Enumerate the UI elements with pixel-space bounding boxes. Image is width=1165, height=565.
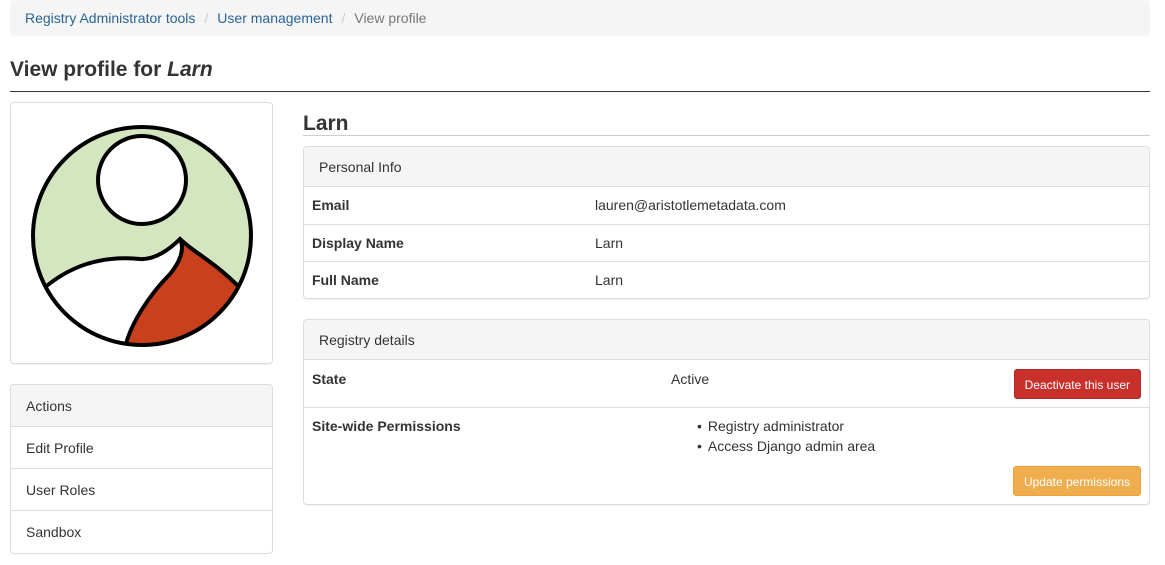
- breadcrumb-registry-admin-tools[interactable]: Registry Administrator tools: [25, 10, 195, 26]
- permissions-label: Site-wide Permissions: [312, 418, 461, 434]
- permission-item: Registry administrator: [697, 416, 875, 436]
- personal-info-heading: Personal Info: [304, 147, 1149, 187]
- breadcrumb-separator: /: [204, 10, 209, 26]
- state-row: State Active Deactivate this user: [304, 360, 1149, 407]
- actions-panel: Actions Edit Profile User Roles Sandbox: [10, 384, 273, 554]
- permissions-row: Site-wide Permissions Registry administr…: [304, 407, 1149, 504]
- actions-heading: Actions: [11, 385, 272, 427]
- page-title: View profile for Larn: [10, 56, 1150, 92]
- info-row-full-name: Full Name Larn: [304, 261, 1149, 298]
- action-sandbox[interactable]: Sandbox: [11, 511, 272, 553]
- user-avatar-icon: [31, 125, 253, 347]
- permission-item: Access Django admin area: [697, 436, 875, 456]
- state-value: Active: [671, 371, 710, 387]
- state-label: State: [312, 371, 347, 387]
- breadcrumb-current: View profile: [354, 10, 427, 26]
- deactivate-user-button[interactable]: Deactivate this user: [1013, 369, 1141, 399]
- registry-details-panel: Registry details State Active Deactivate…: [303, 319, 1150, 505]
- action-user-roles[interactable]: User Roles: [11, 469, 272, 511]
- breadcrumb-user-management[interactable]: User management: [217, 10, 332, 26]
- avatar-panel: [10, 102, 273, 364]
- breadcrumb-separator: /: [341, 10, 346, 26]
- info-label: Display Name: [312, 235, 404, 251]
- info-value-display-name: Larn: [595, 235, 624, 251]
- info-label: Full Name: [312, 272, 379, 288]
- personal-info-panel: Personal Info Email lauren@aristotlemeta…: [303, 146, 1150, 299]
- info-label: Email: [312, 197, 350, 213]
- info-row-email: Email lauren@aristotlemetadata.com: [304, 187, 1149, 224]
- breadcrumb: Registry Administrator tools / User mana…: [10, 0, 1150, 36]
- page-title-prefix: View profile for: [10, 58, 168, 81]
- update-permissions-button[interactable]: Update permissions: [1012, 466, 1141, 496]
- user-name-heading: Larn: [303, 112, 1150, 136]
- action-edit-profile[interactable]: Edit Profile: [11, 427, 272, 469]
- info-value-email: lauren@aristotlemetadata.com: [595, 197, 786, 213]
- info-value-full-name: Larn: [595, 272, 624, 288]
- permissions-list: Registry administrator Access Django adm…: [697, 408, 875, 504]
- info-row-display-name: Display Name Larn: [304, 224, 1149, 261]
- page-title-username: Larn: [167, 58, 213, 81]
- registry-details-heading: Registry details: [304, 320, 1149, 360]
